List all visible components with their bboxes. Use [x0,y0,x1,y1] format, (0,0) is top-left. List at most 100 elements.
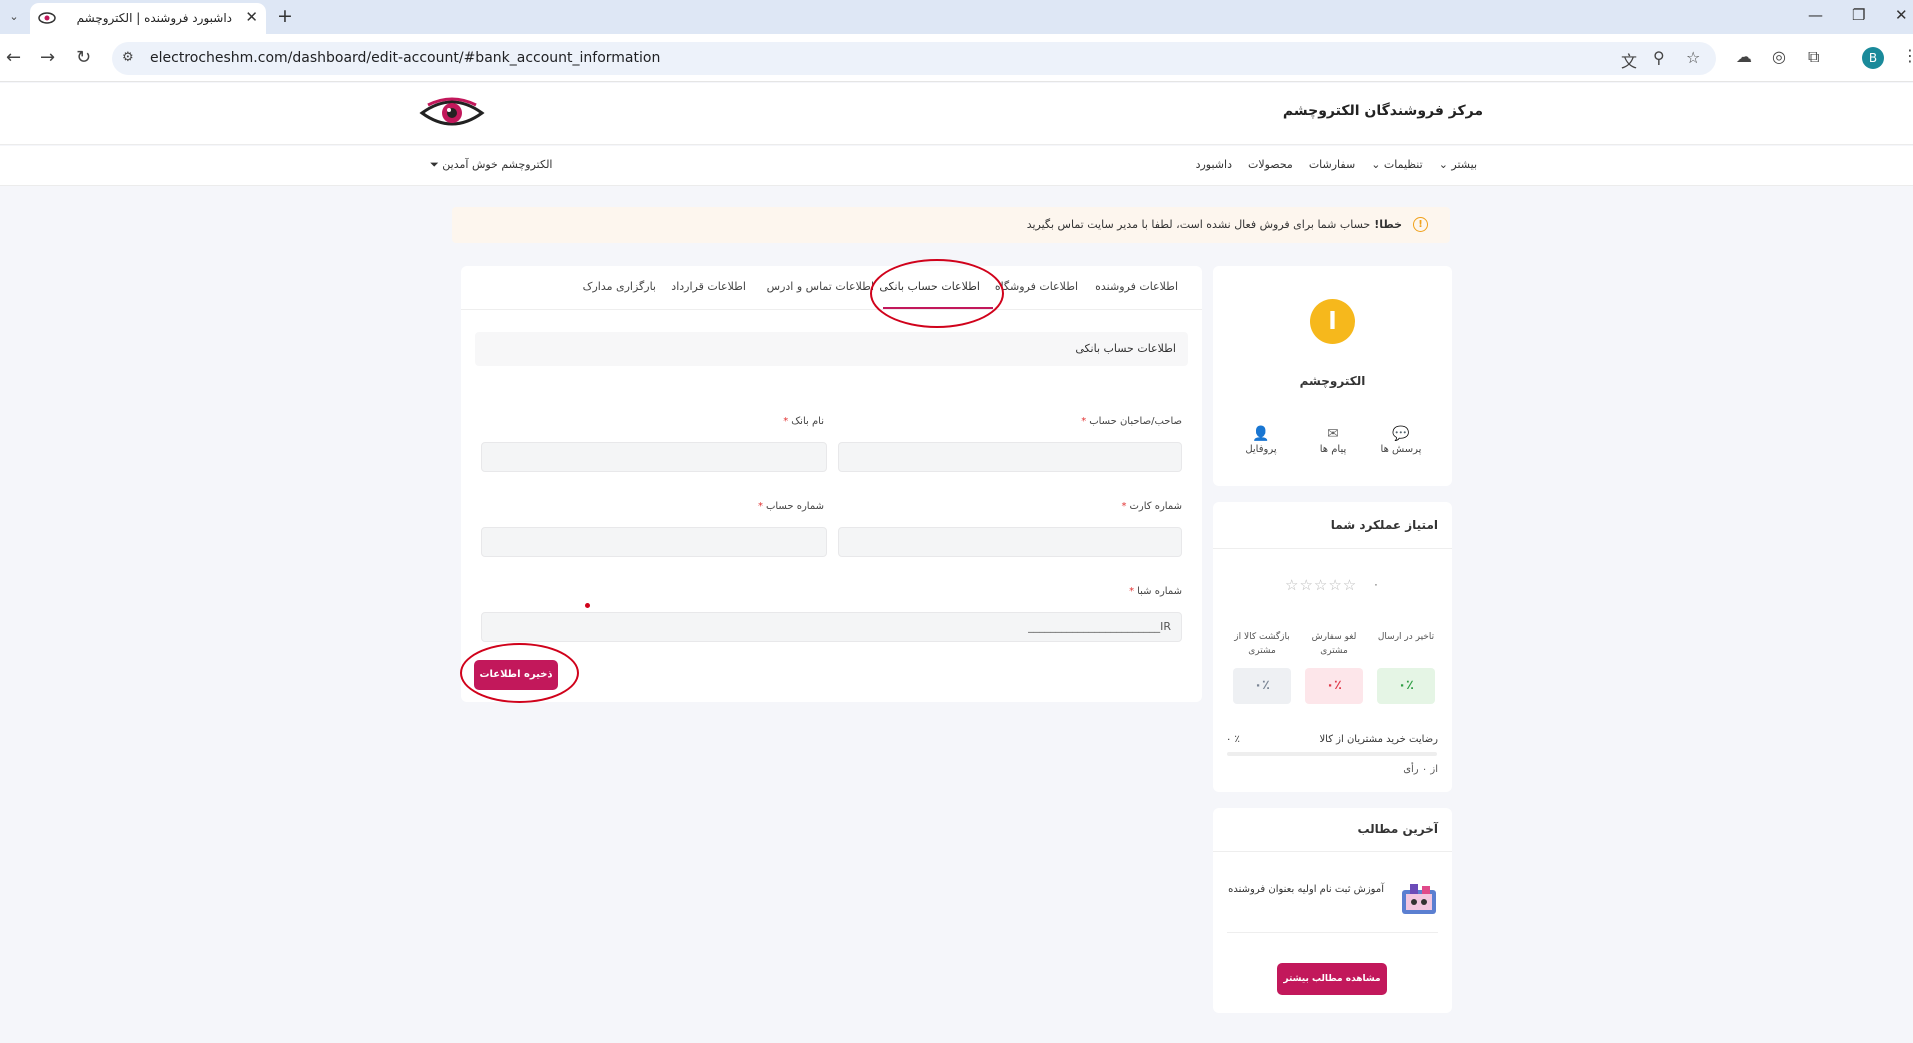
store-name: الکتروچشم [1299,374,1366,388]
account-number-input[interactable] [481,527,827,557]
profile-label: پروفایل [1245,444,1277,455]
main-menu: داشبورد محصولات سفارشات تنظیمات ⌄ بیشتر … [1196,158,1477,171]
satisfaction-bar [1227,752,1437,756]
messages-link[interactable]: ✉ پیام ها [1305,426,1361,455]
tab-close-icon[interactable]: ✕ [245,8,258,26]
latest-posts-card: آخرین مطالب آموزش ثبت نام اولیه بعنوان ف… [1213,808,1452,1013]
extension-icon[interactable]: ☁ [1736,47,1752,66]
delay-label: تاخیر در ارسال [1377,632,1435,642]
questions-link[interactable]: 💬 پرسش ها [1373,426,1429,455]
post-thumbnail-icon[interactable] [1400,880,1438,916]
alert-message: حساب شما برای فروش فعال نشده است، لطفا ب… [1026,218,1371,231]
bank-name-label-text: نام بانک [791,416,824,427]
tab-title: داشبورد فروشنده | الکتروچشم [76,11,232,25]
alert-text: خطا!حساب شما برای فروش فعال نشده است، لط… [1027,218,1402,231]
account-holder-label: صاحب/صاحبان حساب* [1081,416,1182,427]
required-mark: * [783,416,789,427]
questions-label: پرسش ها [1380,444,1422,455]
forward-button[interactable]: → [40,47,55,68]
nav-more[interactable]: بیشتر ⌄ [1439,158,1477,171]
card-number-input[interactable] [838,527,1182,557]
account-tabs: اطلاعات فروشنده اطلاعات فروشگاه اطلاعات … [461,266,1202,310]
eye-logo-icon[interactable] [418,93,486,133]
tab-contact-info[interactable]: اطلاعات تماس و ادرس [767,280,874,293]
account-number-label-text: شماره حساب [765,501,824,512]
post-link[interactable]: آموزش ثبت نام اولیه بعنوان فروشنده [1228,884,1384,895]
nav-orders[interactable]: سفارشات [1309,158,1355,171]
restore-button[interactable]: ❐ [1852,6,1865,24]
site-settings-icon[interactable]: ⚙ [122,50,134,65]
divider [1213,548,1452,549]
minimize-button[interactable]: — [1808,6,1823,24]
browser-tab[interactable]: داشبورد فروشنده | الکتروچشم ✕ [30,3,266,34]
back-button[interactable]: ← [6,47,21,68]
return-value: ۰٪ [1233,668,1291,704]
zoom-icon[interactable]: ⚲ [1653,48,1665,67]
account-holder-label-text: صاحب/صاحبان حساب [1089,416,1182,427]
site-header: مرکز فروشندگان الکتروچشم [0,83,1913,145]
profile-card: ا الکتروچشم 💬 پرسش ها ✉ پیام ها 👤 پروفای… [1213,266,1452,486]
address-bar[interactable]: ⚙ electrocheshm.com/dashboard/edit-accou… [112,42,1716,75]
url-text[interactable]: electrocheshm.com/dashboard/edit-account… [150,50,660,66]
tab-seller-info[interactable]: اطلاعات فروشنده [1095,280,1178,293]
cancel-metric: لغو سفارش مشتری ۰٪ [1305,630,1363,704]
delay-metric: تاخیر در ارسال ۰٪ [1377,630,1435,704]
bank-name-label: نام بانک* [783,416,824,427]
reload-button[interactable]: ↻ [76,47,91,68]
sheba-input[interactable]: IR________________________ [481,612,1182,642]
return-metric: بازگشت کالا از مشتری ۰٪ [1233,630,1291,704]
extensions-puzzle-icon[interactable]: ⧉ [1808,47,1819,67]
section-header: اطلاعات حساب بانکی [475,332,1188,366]
cancel-label: لغو سفارش مشتری [1311,632,1357,656]
new-tab-button[interactable]: + [277,5,293,27]
profile-avatar[interactable]: B [1862,47,1884,69]
tab-store-info[interactable]: اطلاعات فروشگاه [995,280,1078,293]
warning-icon: ! [1413,217,1428,232]
section-title: اطلاعات حساب بانکی [1075,342,1176,355]
nav-dashboard[interactable]: داشبورد [1196,158,1232,171]
browser-tab-bar: ⌄ داشبورد فروشنده | الکتروچشم ✕ + — ❐ ✕ [0,0,1913,34]
rating-stars: ☆☆☆☆☆ [1285,576,1358,594]
bookmark-star-icon[interactable]: ☆ [1686,48,1700,67]
tab-documents[interactable]: بارگزاری مدارک [583,280,656,293]
delay-value: ۰٪ [1377,668,1435,704]
alert-label: خطا! [1374,218,1402,231]
menu-kebab-icon[interactable]: ⋮ [1902,46,1913,65]
more-posts-button[interactable]: مشاهده مطالب بیشتر [1277,963,1387,995]
tab-search-chevron-icon[interactable]: ⌄ [4,7,24,27]
performance-card: امتیاز عملکرد شما ☆☆☆☆☆ ۰ تاخیر در ارسال… [1213,502,1452,792]
account-holder-input[interactable] [838,442,1182,472]
satisfaction-label: رضایت خرید مشتریان از کالا [1319,734,1438,745]
messages-label: پیام ها [1319,444,1347,455]
active-tab-indicator [883,307,993,309]
card-number-label-text: شماره کارت [1129,501,1182,512]
save-button[interactable]: ذخیره اطلاعات [474,660,558,690]
required-mark: * [757,501,763,512]
user-icon: 👤 [1252,426,1270,442]
site-nav: داشبورد محصولات سفارشات تنظیمات ⌄ بیشتر … [0,146,1913,186]
translate-icon[interactable]: 文 [1621,48,1637,72]
eye-favicon-icon [38,12,56,24]
tab-bank-info[interactable]: اطلاعات حساب بانکی [879,280,980,293]
divider [1227,932,1438,933]
store-avatar: ا [1310,299,1355,344]
account-number-label: شماره حساب* [758,501,824,512]
card-number-label: شماره کارت* [1121,501,1182,512]
mail-icon: ✉ [1327,426,1339,442]
votes-count: از ۰ رأی [1403,764,1438,775]
site-title[interactable]: مرکز فروشندگان الکتروچشم [1283,103,1483,119]
close-window-button[interactable]: ✕ [1895,6,1908,24]
user-welcome-menu[interactable]: الکتروچشم خوش آمدین ⏷ [430,158,552,172]
sync-icon[interactable]: ◎ [1772,47,1786,66]
bank-name-input[interactable] [481,442,827,472]
performance-title: امتیاز عملکرد شما [1330,518,1438,532]
profile-link[interactable]: 👤 پروفایل [1233,426,1289,455]
browser-toolbar: ← → ↻ ⚙ electrocheshm.com/dashboard/edit… [0,34,1913,82]
nav-settings[interactable]: تنظیمات ⌄ [1371,158,1423,171]
required-mark: * [1121,501,1127,512]
required-mark: * [1081,416,1087,427]
nav-products[interactable]: محصولات [1248,158,1293,171]
cancel-value: ۰٪ [1305,668,1363,704]
edit-account-card: اطلاعات فروشنده اطلاعات فروشگاه اطلاعات … [461,266,1202,702]
tab-contract-info[interactable]: اطلاعات قرارداد [671,280,746,293]
